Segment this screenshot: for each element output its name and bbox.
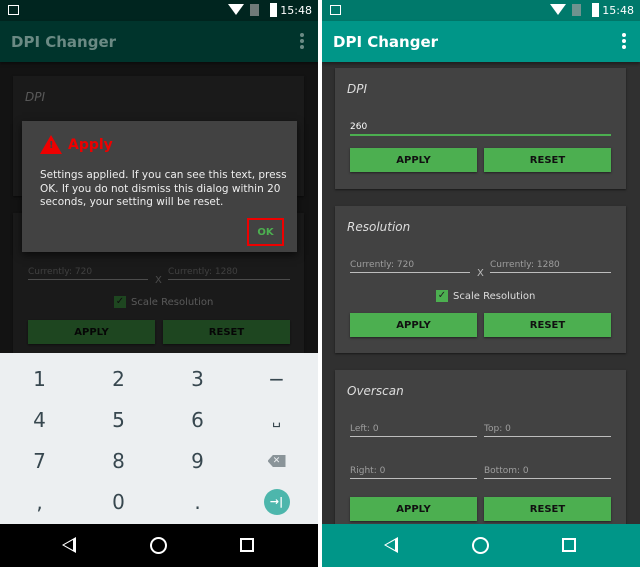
back-icon[interactable] (62, 537, 76, 553)
battery-icon (592, 3, 599, 17)
status-bar: 15:48 (0, 0, 318, 21)
key-label: 4 (33, 408, 46, 432)
key-minus[interactable]: − (237, 358, 316, 400)
apply-dialog: Apply Settings applied. If you can see t… (22, 121, 297, 252)
key-2[interactable]: 2 (79, 358, 158, 400)
resolution-apply-button[interactable]: APPLY (350, 313, 477, 337)
navigation-bar (322, 524, 640, 567)
overscan-bottom-input[interactable]: Bottom: 0 (484, 466, 611, 479)
key-label: 1 (33, 367, 46, 391)
app-title: DPI Changer (333, 33, 439, 51)
key-5[interactable]: 5 (79, 399, 158, 441)
dialog-title: Apply (68, 137, 113, 153)
key-label: 5 (112, 408, 125, 432)
dpi-apply-button[interactable]: APPLY (350, 148, 477, 172)
numeric-keyboard: 1 2 3 − 4 5 6 ␣ 7 8 9 ✕, 0. →| (0, 353, 318, 524)
navigation-bar (0, 524, 318, 567)
key-9[interactable]: 9 (158, 440, 237, 482)
status-bar: 15:48 (322, 0, 640, 21)
overscan-card: Overscan Left: 0 Top: 0 Right: 0 Bottom:… (335, 370, 626, 540)
key-label: − (268, 367, 285, 391)
backspace-icon: ✕ (267, 455, 286, 467)
key-label: 0 (112, 490, 125, 514)
app-bar: DPI Changer (322, 21, 640, 62)
wifi-icon (550, 4, 566, 15)
overscan-right-input[interactable]: Right: 0 (350, 466, 477, 479)
overscan-reset-button[interactable]: RESET (484, 497, 611, 521)
key-label: , (36, 490, 43, 514)
key-period[interactable]: . (158, 481, 237, 523)
home-icon[interactable] (472, 537, 489, 554)
overscan-top-input[interactable]: Top: 0 (484, 424, 611, 437)
clock: 15:48 (280, 4, 312, 17)
key-comma[interactable]: , (0, 481, 79, 523)
key-label: 7 (33, 449, 46, 473)
dpi-reset-button[interactable]: RESET (484, 148, 611, 172)
key-1[interactable]: 1 (0, 358, 79, 400)
key-label: 9 (191, 449, 204, 473)
key-label: . (194, 490, 201, 514)
key-next[interactable]: →| (237, 481, 316, 523)
dpi-card: DPI 260 APPLY RESET (335, 68, 626, 189)
resolution-title: Resolution (347, 220, 411, 234)
overscan-apply-button[interactable]: APPLY (350, 497, 477, 521)
key-label: 6 (191, 408, 204, 432)
key-4[interactable]: 4 (0, 399, 79, 441)
height-input[interactable]: Currently: 1280 (490, 260, 611, 273)
app-title: DPI Changer (11, 33, 117, 51)
battery-icon (270, 3, 277, 17)
wifi-icon (228, 4, 244, 15)
no-sim-icon (250, 4, 259, 16)
scale-resolution-label: Scale Resolution (453, 290, 536, 302)
key-label: 3 (191, 367, 204, 391)
next-field-icon: →| (263, 489, 290, 515)
warning-icon (40, 135, 62, 154)
scale-resolution-checkbox[interactable]: ✓ Scale Resolution (436, 290, 535, 302)
resolution-separator: X (477, 268, 484, 279)
key-7[interactable]: 7 (0, 440, 79, 482)
resolution-reset-button[interactable]: RESET (484, 313, 611, 337)
recents-icon[interactable] (562, 538, 576, 552)
image-notification-icon (8, 5, 19, 15)
back-icon[interactable] (384, 537, 398, 553)
overscan-title: Overscan (347, 384, 404, 398)
overscan-left-input[interactable]: Left: 0 (350, 424, 477, 437)
image-notification-icon (330, 5, 341, 15)
more-options-icon[interactable] (622, 33, 626, 49)
resolution-card: Resolution Currently: 720 X Currently: 1… (335, 206, 626, 353)
width-input[interactable]: Currently: 720 (350, 260, 470, 273)
left-screen: 15:48 DPI Changer DPI Currently: 720 X C… (0, 0, 318, 567)
key-0[interactable]: 0 (79, 481, 158, 523)
more-options-icon[interactable] (300, 33, 304, 49)
key-label: 8 (112, 449, 125, 473)
right-screen: 15:48 DPI Changer DPI 260 APPLY RESET Re… (322, 0, 640, 567)
ok-button[interactable]: OK (247, 218, 284, 246)
key-label: 2 (112, 367, 125, 391)
check-icon: ✓ (436, 290, 448, 302)
key-3[interactable]: 3 (158, 358, 237, 400)
no-sim-icon (572, 4, 581, 16)
dpi-title: DPI (347, 82, 368, 96)
key-space[interactable]: ␣ (237, 399, 316, 441)
home-icon[interactable] (150, 537, 167, 554)
key-delete[interactable]: ✕ (237, 440, 316, 482)
space-icon: ␣ (272, 412, 281, 428)
key-6[interactable]: 6 (158, 399, 237, 441)
clock: 15:48 (602, 4, 634, 17)
app-bar: DPI Changer (0, 21, 318, 62)
recents-icon[interactable] (240, 538, 254, 552)
key-8[interactable]: 8 (79, 440, 158, 482)
dialog-message: Settings applied. If you can see this te… (40, 169, 287, 208)
dpi-input[interactable]: 260 (350, 122, 611, 136)
